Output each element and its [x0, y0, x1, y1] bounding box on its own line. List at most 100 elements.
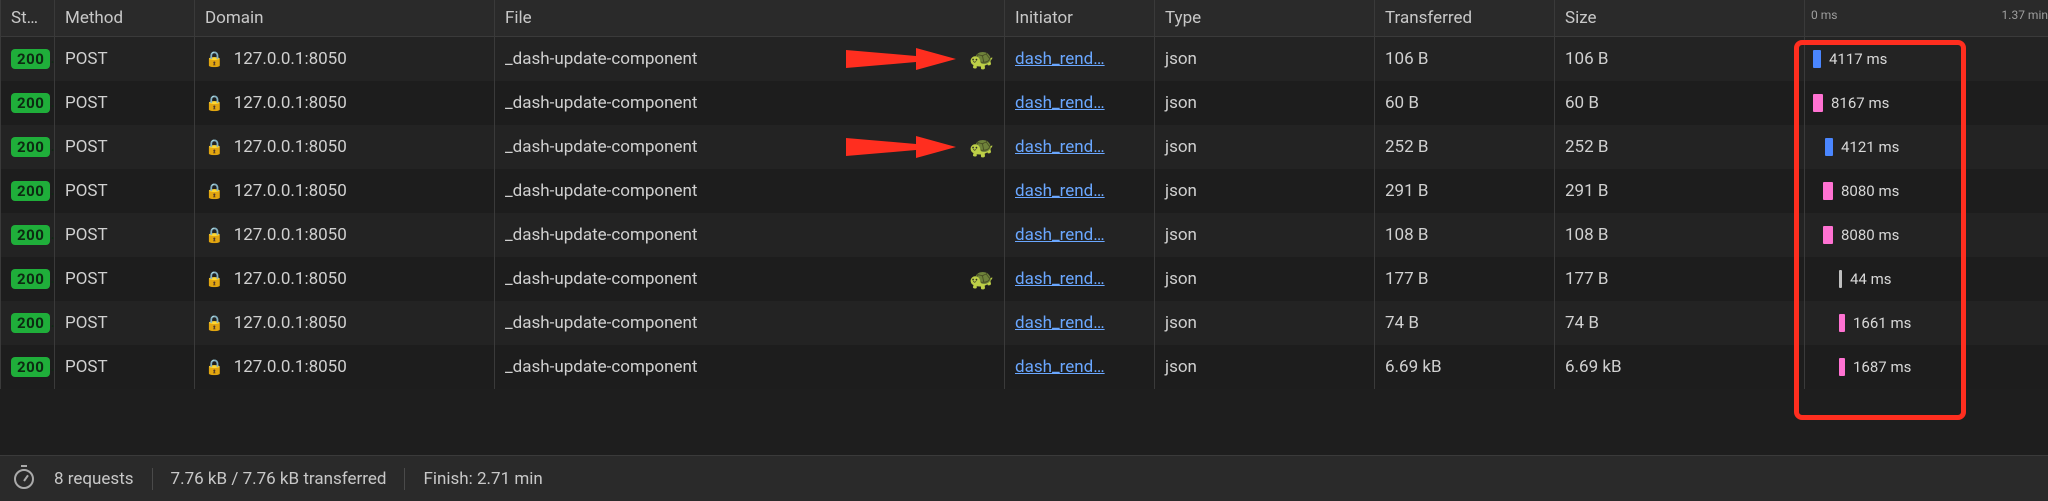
- initiator-link[interactable]: dash_rend…: [1015, 93, 1105, 113]
- status-badge: 200: [11, 181, 50, 201]
- cell-domain: 🔒127.0.0.1:8050: [195, 169, 495, 213]
- cell-waterfall: 1687 ms: [1805, 345, 2048, 389]
- initiator-link[interactable]: dash_rend…: [1015, 313, 1105, 333]
- cell-transferred: 74 B: [1375, 301, 1555, 345]
- initiator-link[interactable]: dash_rend…: [1015, 49, 1105, 69]
- domain-text: 127.0.0.1:8050: [234, 269, 347, 289]
- cell-initiator: dash_rend…: [1005, 125, 1155, 169]
- cell-initiator: dash_rend…: [1005, 81, 1155, 125]
- file-text: _dash-update-component: [505, 357, 697, 377]
- cell-size: 252 B: [1555, 125, 1805, 169]
- status-badge: 200: [11, 269, 50, 289]
- table-row[interactable]: 200POST🔒127.0.0.1:8050_dash-update-compo…: [1, 301, 2048, 345]
- col-header-type[interactable]: Type: [1155, 0, 1375, 37]
- cell-transferred: 291 B: [1375, 169, 1555, 213]
- status-badge: 200: [11, 313, 50, 333]
- cell-domain: 🔒 127.0.0.1:8050: [195, 125, 495, 169]
- col-header-domain[interactable]: Domain: [195, 0, 495, 37]
- cell-file: _dash-update-component: [495, 169, 1005, 213]
- waterfall-time-label: 8080 ms: [1841, 226, 1899, 244]
- cell-size: 6.69 kB: [1555, 345, 1805, 389]
- table-header-row: St… Method Domain File Initiator Type Tr…: [1, 0, 2048, 37]
- cell-waterfall: 1661 ms: [1805, 301, 2048, 345]
- waterfall-time-label: 44 ms: [1850, 270, 1891, 288]
- turtle-icon: 🐢: [969, 137, 994, 157]
- col-header-method[interactable]: Method: [55, 0, 195, 37]
- table-row[interactable]: 200POST🔒127.0.0.1:8050_dash-update-compo…: [1, 169, 2048, 213]
- cell-domain: 🔒127.0.0.1:8050: [195, 301, 495, 345]
- status-requests: 8 requests: [54, 469, 134, 489]
- cell-type: json: [1155, 37, 1375, 81]
- col-header-initiator[interactable]: Initiator: [1005, 0, 1155, 37]
- waterfall-bar: [1823, 226, 1833, 244]
- table-row[interactable]: 200POST 🔒 127.0.0.1:8050 _dash-update-compo…: [1, 125, 2048, 169]
- initiator-link[interactable]: dash_rend…: [1015, 137, 1105, 157]
- stopwatch-icon: [14, 469, 34, 489]
- file-text: _dash-update-component: [505, 49, 697, 69]
- cell-method: POST: [55, 125, 195, 169]
- col-header-waterfall[interactable]: 0 ms 1.37 min: [1805, 0, 2048, 37]
- waterfall-time-label: 8080 ms: [1841, 182, 1899, 200]
- waterfall-time-label: 1661 ms: [1853, 314, 1911, 332]
- col-header-size[interactable]: Size: [1555, 0, 1805, 37]
- lock-icon: 🔒: [205, 314, 224, 332]
- annotation-arrow-icon: [846, 44, 956, 74]
- lock-icon: 🔒: [205, 358, 224, 376]
- status-badge: 200: [11, 49, 50, 69]
- col-header-status[interactable]: St…: [1, 0, 55, 37]
- file-text: _dash-update-component: [505, 93, 697, 113]
- cell-initiator: dash_rend…: [1005, 169, 1155, 213]
- table-row[interactable]: 200POST🔒127.0.0.1:8050_dash-update-compo…: [1, 345, 2048, 389]
- cell-type: json: [1155, 301, 1375, 345]
- waterfall-time-label: 8167 ms: [1831, 94, 1889, 112]
- domain-text: 127.0.0.1:8050: [234, 357, 347, 377]
- cell-type: json: [1155, 81, 1375, 125]
- cell-size: 177 B: [1555, 257, 1805, 301]
- col-header-file[interactable]: File: [495, 0, 1005, 37]
- initiator-link[interactable]: dash_rend…: [1015, 357, 1105, 377]
- lock-icon: 🔒: [205, 270, 224, 288]
- cell-method: POST: [55, 213, 195, 257]
- cell-file: _dash-update-component: [495, 81, 1005, 125]
- lock-icon: 🔒: [205, 226, 224, 244]
- lock-icon: 🔒: [205, 138, 224, 156]
- initiator-link[interactable]: dash_rend…: [1015, 181, 1105, 201]
- status-transferred: 7.76 kB / 7.76 kB transferred: [171, 469, 387, 489]
- cell-waterfall: 4117 ms: [1805, 37, 2048, 81]
- lock-icon: 🔒: [205, 182, 224, 200]
- waterfall-time-label: 1687 ms: [1853, 358, 1911, 376]
- cell-domain: 🔒127.0.0.1:8050: [195, 81, 495, 125]
- cell-waterfall: 44 ms: [1805, 257, 2048, 301]
- turtle-icon: 🐢: [969, 49, 994, 69]
- cell-type: json: [1155, 345, 1375, 389]
- initiator-link[interactable]: dash_rend…: [1015, 225, 1105, 245]
- cell-method: POST: [55, 257, 195, 301]
- file-text: _dash-update-component: [505, 269, 697, 289]
- cell-transferred: 6.69 kB: [1375, 345, 1555, 389]
- cell-type: json: [1155, 169, 1375, 213]
- cell-size: 74 B: [1555, 301, 1805, 345]
- status-badge: 200: [11, 137, 50, 157]
- cell-file: _dash-update-component: [495, 301, 1005, 345]
- cell-file: _dash-update-component: [495, 213, 1005, 257]
- col-header-transferred[interactable]: Transferred: [1375, 0, 1555, 37]
- status-badge: 200: [11, 93, 50, 113]
- table-row[interactable]: 200POST🔒127.0.0.1:8050_dash-update-compo…: [1, 37, 2048, 81]
- table-row[interactable]: 200POST🔒127.0.0.1:8050_dash-update-compo…: [1, 213, 2048, 257]
- cell-transferred: 106 B: [1375, 37, 1555, 81]
- cell-initiator: dash_rend…: [1005, 345, 1155, 389]
- table-row[interactable]: 200POST 🔒 127.0.0.1:8050 _dash-update-compo…: [1, 257, 2048, 301]
- cell-domain: 🔒 127.0.0.1:8050: [195, 213, 495, 257]
- domain-text: 127.0.0.1:8050: [234, 137, 347, 157]
- initiator-link[interactable]: dash_rend…: [1015, 269, 1105, 289]
- waterfall-bar: [1813, 94, 1823, 112]
- file-text: _dash-update-component: [505, 137, 697, 157]
- waterfall-bar: [1839, 314, 1845, 332]
- table-row[interactable]: 200POST🔒127.0.0.1:8050_dash-update-compo…: [1, 81, 2048, 125]
- cell-size: 108 B: [1555, 213, 1805, 257]
- cell-method: POST: [55, 37, 195, 81]
- cell-size: 60 B: [1555, 81, 1805, 125]
- domain-text: 127.0.0.1:8050: [234, 225, 347, 245]
- waterfall-time-label: 4117 ms: [1829, 50, 1887, 68]
- cell-transferred: 108 B: [1375, 213, 1555, 257]
